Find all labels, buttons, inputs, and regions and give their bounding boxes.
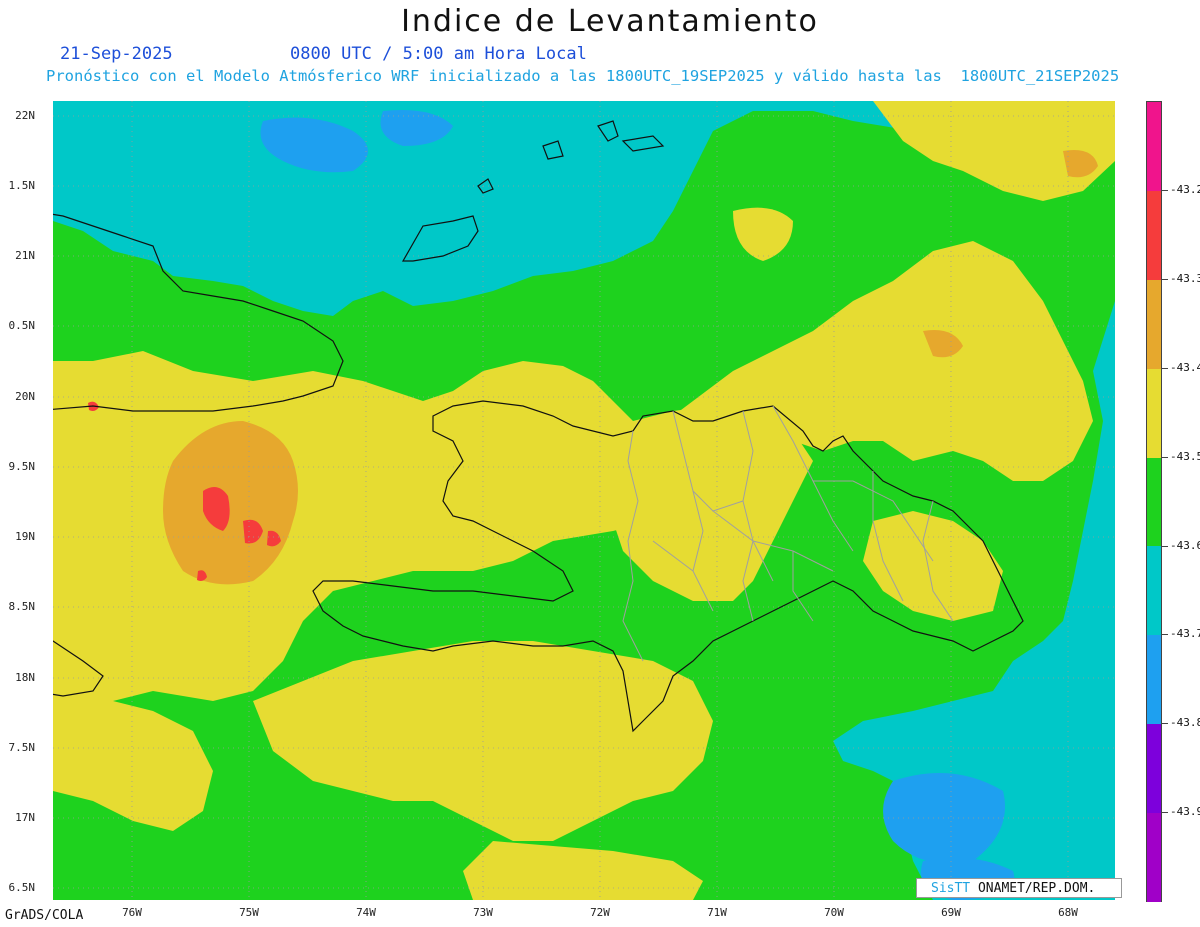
colorbar-tick xyxy=(1162,189,1168,191)
credit-org: ONAMET/REP.DOM. xyxy=(970,881,1096,896)
colorbar-label: -43.4 xyxy=(1170,360,1200,374)
colorbar-swatch xyxy=(1147,190,1161,280)
colorbar-label: -43.7 xyxy=(1170,627,1200,641)
colorbar-tick xyxy=(1162,812,1168,814)
colorbar-tick xyxy=(1162,278,1168,280)
colorbar-label: -43.5 xyxy=(1170,449,1200,463)
lat-label: 22N xyxy=(15,109,35,122)
colorbar-tick xyxy=(1162,545,1168,547)
colorbar-label: -43.8 xyxy=(1170,716,1200,730)
time-label: 0800 UTC / 5:00 am Hora Local xyxy=(290,44,587,64)
colorbar xyxy=(1146,101,1162,903)
map-svg xyxy=(53,101,1115,900)
forecast-description: Pronóstico con el Modelo Atmósferico WRF… xyxy=(46,67,1120,85)
lon-label: 75W xyxy=(239,906,259,919)
colorbar-label: -43.2 xyxy=(1170,182,1200,196)
colorbar-swatch xyxy=(1147,724,1161,814)
lon-label: 76W xyxy=(122,906,142,919)
colorbar-tick xyxy=(1162,456,1168,458)
lon-label: 74W xyxy=(356,906,376,919)
colorbar-swatch xyxy=(1147,279,1161,369)
lat-label: 8.5N xyxy=(8,600,36,613)
chart-title: Indice de Levantamiento xyxy=(401,4,819,39)
lat-label: 20N xyxy=(15,390,35,403)
colorbar-swatch xyxy=(1147,457,1161,547)
colorbar-tick xyxy=(1162,367,1168,369)
forecast-map xyxy=(53,101,1115,900)
colorbar-swatch xyxy=(1147,813,1161,903)
colorbar-tick xyxy=(1162,723,1168,725)
software-label: GrADS/COLA xyxy=(5,908,84,923)
credit-brand: SisTT xyxy=(931,881,971,896)
colorbar-label: -43.6 xyxy=(1170,538,1200,552)
lat-label: 18N xyxy=(15,671,35,684)
lat-label: 17N xyxy=(15,811,35,824)
lat-label: 19N xyxy=(15,530,35,543)
lon-label: 71W xyxy=(707,906,727,919)
lon-label: 72W xyxy=(590,906,610,919)
colorbar-swatch xyxy=(1147,546,1161,636)
colorbar-swatch xyxy=(1147,635,1161,725)
lon-label: 69W xyxy=(941,906,961,919)
colorbar-label: -43.3 xyxy=(1170,271,1200,285)
lat-label: 1.5N xyxy=(8,179,36,192)
lat-label: 0.5N xyxy=(8,319,36,332)
lon-label: 73W xyxy=(473,906,493,919)
lon-label: 70W xyxy=(824,906,844,919)
lat-label: 9.5N xyxy=(8,460,36,473)
lon-label: 68W xyxy=(1058,906,1078,919)
lat-label: 7.5N xyxy=(8,741,36,754)
colorbar-label: -43.9 xyxy=(1170,805,1200,819)
colorbar-swatch xyxy=(1147,368,1161,458)
colorbar-tick xyxy=(1162,634,1168,636)
lat-label: 21N xyxy=(15,249,35,262)
credit-box: SisTT ONAMET/REP.DOM. xyxy=(916,878,1122,898)
colorbar-swatch xyxy=(1147,102,1161,191)
date-label: 21-Sep-2025 xyxy=(60,44,173,64)
lat-label: 6.5N xyxy=(8,881,36,894)
